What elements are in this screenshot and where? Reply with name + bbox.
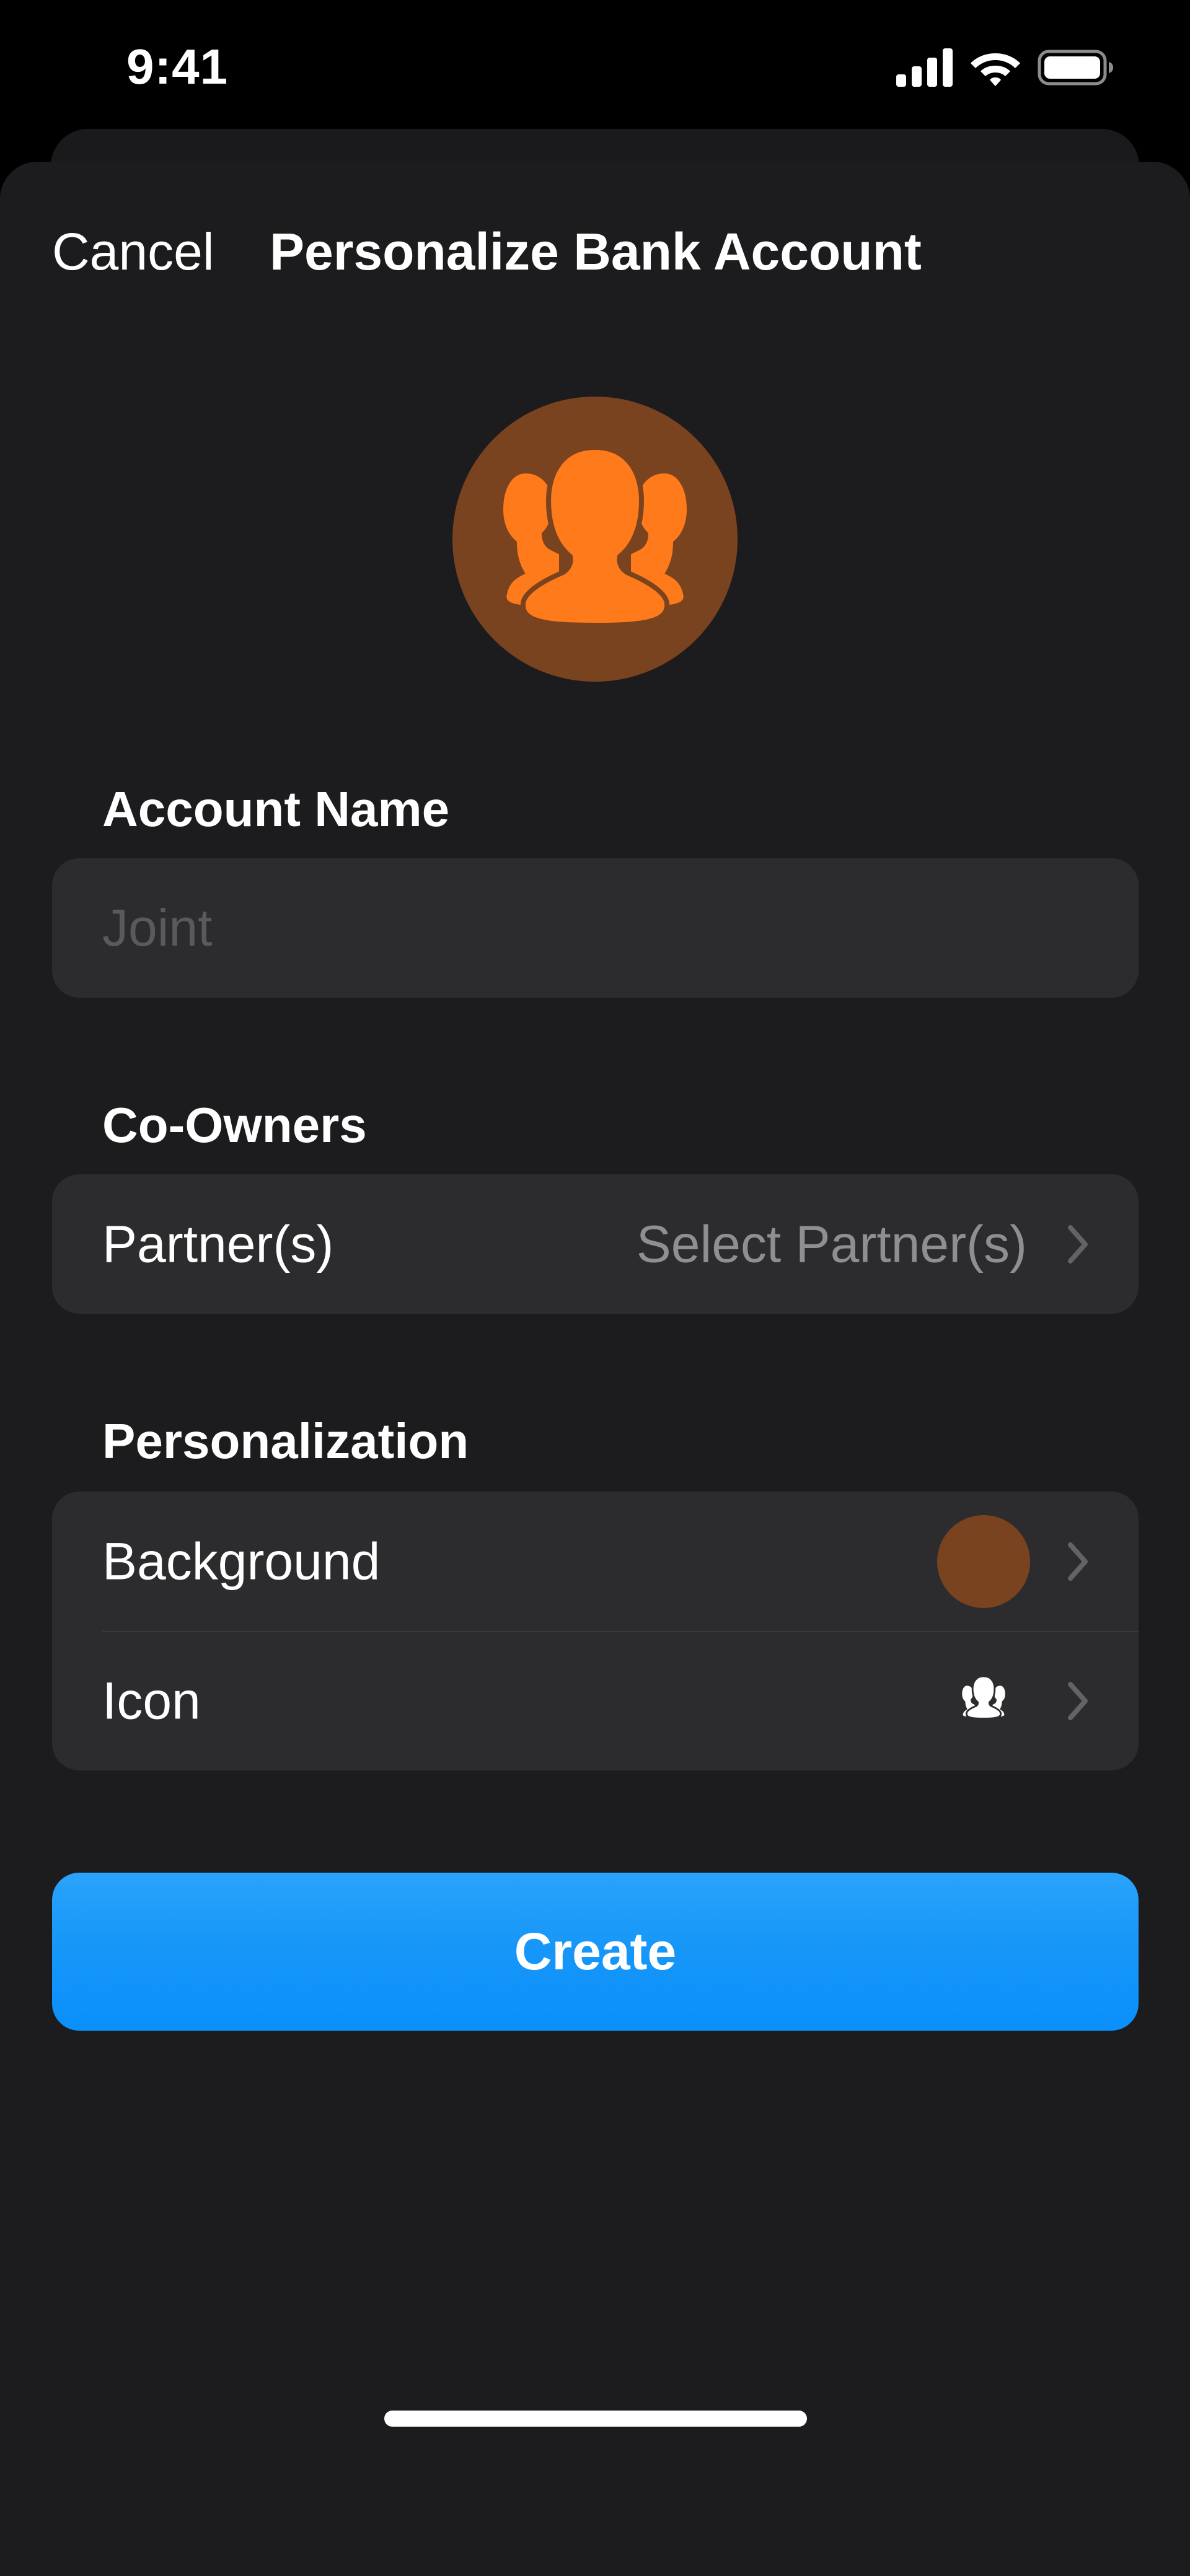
partners-value: Select Partner(s) bbox=[636, 1215, 1027, 1273]
icon-label: Icon bbox=[102, 1671, 201, 1730]
chevron-right-icon bbox=[1068, 1224, 1088, 1264]
wifi-icon bbox=[971, 53, 1020, 86]
background-label: Background bbox=[102, 1532, 381, 1590]
group-people-icon bbox=[498, 444, 692, 628]
battery-icon bbox=[1038, 50, 1113, 86]
create-button[interactable]: Create bbox=[52, 1873, 1139, 2031]
page-title: Personalize Bank Account bbox=[270, 222, 922, 281]
co-owners-header: Co-Owners bbox=[102, 1097, 367, 1153]
background-row[interactable]: Background bbox=[52, 1492, 1139, 1631]
personalization-group: Background Icon bbox=[52, 1492, 1139, 1770]
co-owners-group: Partner(s) Select Partner(s) bbox=[52, 1174, 1139, 1314]
cellular-signal-icon bbox=[896, 48, 953, 87]
partners-label: Partner(s) bbox=[102, 1215, 334, 1273]
chevron-right-icon bbox=[1068, 1681, 1088, 1720]
account-name-input[interactable] bbox=[52, 858, 1139, 998]
home-indicator[interactable] bbox=[384, 2411, 807, 2427]
account-name-field bbox=[52, 858, 1139, 998]
cancel-button[interactable]: Cancel bbox=[52, 222, 214, 282]
status-icons bbox=[896, 46, 1114, 89]
chevron-right-icon bbox=[1068, 1542, 1088, 1581]
personalization-header: Personalization bbox=[102, 1413, 469, 1469]
group-people-icon bbox=[960, 1675, 1007, 1720]
account-name-header: Account Name bbox=[102, 781, 450, 837]
partners-row[interactable]: Partner(s) Select Partner(s) bbox=[52, 1174, 1139, 1314]
status-time: 9:41 bbox=[126, 39, 229, 94]
background-color-swatch bbox=[937, 1514, 1030, 1608]
status-bar: 9:41 bbox=[0, 0, 1190, 130]
account-avatar bbox=[452, 397, 738, 682]
icon-row[interactable]: Icon bbox=[52, 1631, 1139, 1770]
